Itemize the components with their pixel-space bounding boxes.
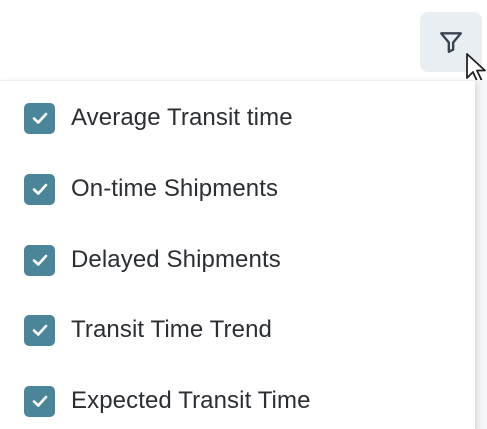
filter-option-expected-transit-time[interactable]: Expected Transit Time bbox=[24, 384, 311, 418]
check-icon bbox=[32, 112, 47, 124]
filter-option-label: Average Transit time bbox=[71, 104, 293, 131]
filter-option-label: Expected Transit Time bbox=[71, 387, 311, 414]
panel-shadow-edge bbox=[475, 80, 487, 429]
filter-option-label: Delayed Shipments bbox=[71, 246, 281, 273]
filter-button[interactable] bbox=[420, 12, 482, 72]
check-icon bbox=[32, 324, 47, 336]
check-icon bbox=[32, 183, 47, 195]
checkbox-checked[interactable] bbox=[24, 314, 55, 346]
checkbox-checked[interactable] bbox=[24, 385, 55, 417]
filter-option-on-time-shipments[interactable]: On-time Shipments bbox=[24, 172, 278, 206]
filter-dropdown-panel: Average Transit time On-time Shipments D… bbox=[0, 80, 475, 429]
checkbox-checked[interactable] bbox=[24, 244, 55, 276]
filter-funnel-icon bbox=[438, 29, 464, 55]
filter-option-label: Transit Time Trend bbox=[71, 316, 272, 343]
filter-option-average-transit-time[interactable]: Average Transit time bbox=[24, 101, 293, 135]
checkbox-checked[interactable] bbox=[24, 102, 55, 134]
filter-option-transit-time-trend[interactable]: Transit Time Trend bbox=[24, 313, 272, 347]
top-bar bbox=[0, 0, 487, 83]
filter-option-label: On-time Shipments bbox=[71, 175, 279, 202]
check-icon bbox=[32, 254, 47, 266]
checkbox-checked[interactable] bbox=[24, 173, 55, 205]
filter-option-delayed-shipments[interactable]: Delayed Shipments bbox=[24, 243, 281, 277]
check-icon bbox=[32, 395, 47, 407]
